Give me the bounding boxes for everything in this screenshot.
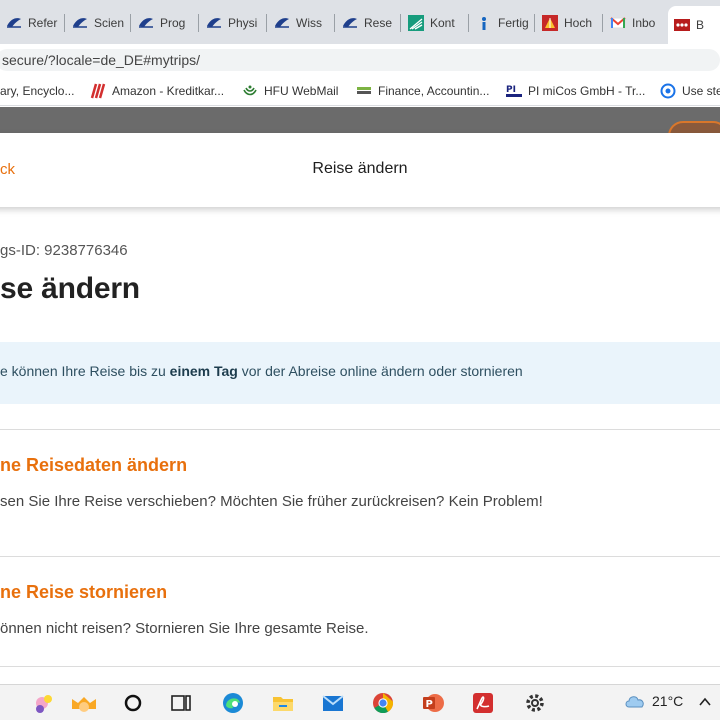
divider <box>0 556 720 557</box>
tab-prog[interactable]: Prog <box>132 8 196 38</box>
windows-taskbar: P 21°C <box>0 684 720 720</box>
tab-label: B <box>696 18 705 32</box>
info-icon <box>482 17 486 30</box>
info-text-bold: einem Tag <box>169 363 238 379</box>
address-bar: secure/?locale=de_DE#mytrips/ <box>0 44 720 76</box>
bookmarks-bar: ary, Encyclo... Amazon - Kreditkar... HF… <box>0 76 720 106</box>
tab-hoch[interactable]: Hoch <box>536 8 600 38</box>
gmail-icon <box>610 17 626 29</box>
settings-icon[interactable] <box>523 691 547 715</box>
tab-wiss[interactable]: Wiss <box>268 8 332 38</box>
tab-separator <box>266 14 267 32</box>
tab-label: Hoch <box>564 16 593 30</box>
divider <box>0 666 720 667</box>
tab-label: Physi <box>228 16 258 30</box>
tab-label: Wiss <box>296 16 322 30</box>
tab-scien[interactable]: Scien <box>66 8 128 38</box>
cancel-trip-link[interactable]: ne Reise stornieren <box>0 582 167 603</box>
tab-separator <box>602 14 603 32</box>
fraunhofer-icon <box>408 15 424 31</box>
tab-separator <box>130 14 131 32</box>
tab-label: Refer <box>28 16 58 30</box>
change-dates-link[interactable]: ne Reisedaten ändern <box>0 455 187 476</box>
bookmark-amazon[interactable]: Amazon - Kreditkar... <box>90 82 224 100</box>
chevron-up-icon[interactable] <box>698 695 712 709</box>
amazon-card-icon <box>90 83 106 99</box>
browser-tab-strip: Refer Scien Prog Physi Wiss Rese Kont Fe… <box>0 0 720 44</box>
tab-physi[interactable]: Physi <box>200 8 264 38</box>
edge-icon[interactable] <box>221 691 245 715</box>
tab-label: Rese <box>364 16 393 30</box>
bookmark-finance[interactable]: Finance, Accountin... <box>356 82 489 100</box>
weather-temperature: 21°C <box>652 693 684 709</box>
chrome-icon[interactable] <box>371 691 395 715</box>
task-view-icon[interactable] <box>169 691 193 715</box>
url-field[interactable]: secure/?locale=de_DE#mytrips/ <box>0 49 720 71</box>
sailboat-icon <box>7 18 21 28</box>
info-text-end: vor der Abreise online ändern oder storn… <box>237 363 523 379</box>
sailboat-icon <box>275 18 289 28</box>
info-banner: e können Ihre Reise bis zu einem Tag vor… <box>0 342 720 404</box>
svg-text:PI: PI <box>506 85 516 95</box>
tab-label: Scien <box>94 16 125 30</box>
cortana-icon[interactable] <box>121 691 145 715</box>
tab-rese[interactable]: Rese <box>336 8 398 38</box>
tab-separator <box>468 14 469 32</box>
sailboat-icon <box>207 18 221 28</box>
tab-label: Kont <box>430 16 455 30</box>
bookmark-encyclopedia[interactable]: ary, Encyclo... <box>0 82 74 100</box>
tab-separator <box>400 14 401 32</box>
bookmark-hfu-webmail[interactable]: HFU WebMail <box>242 82 338 100</box>
booking-icon <box>674 19 690 31</box>
tab-fertig[interactable]: Fertig <box>470 8 532 38</box>
tab-label: Fertig <box>498 16 529 30</box>
hfu-icon <box>243 85 257 96</box>
divider <box>0 429 720 430</box>
tab-inbox[interactable]: Inbo <box>604 8 666 38</box>
bookmark-label: Amazon - Kreditkar... <box>112 84 225 98</box>
finance-icon <box>357 87 371 94</box>
college-icon <box>542 15 558 31</box>
info-text-start: e können Ihre Reise bis zu <box>0 363 170 379</box>
widgets-icon[interactable] <box>32 691 104 715</box>
booking-id: gs-ID: 9238776346 <box>0 242 128 259</box>
cancel-trip-description: önnen nicht reisen? Stornieren Sie Ihre … <box>0 620 369 637</box>
sailboat-icon <box>343 18 357 28</box>
tab-label: Inbo <box>632 16 656 30</box>
page-title: se ändern <box>0 272 140 305</box>
tab-label: Prog <box>160 16 186 30</box>
file-explorer-icon[interactable] <box>271 691 295 715</box>
change-dates-description: sen Sie Ihre Reise verschieben? Möchten … <box>0 493 543 510</box>
pi-icon: PI <box>506 85 522 97</box>
tab-refer[interactable]: Refer <box>0 8 62 38</box>
info-text: e können Ihre Reise bis zu einem Tag vor… <box>0 363 523 379</box>
bookmark-use-steps[interactable]: Use ste <box>660 82 720 100</box>
tab-booking-active[interactable]: B <box>668 6 720 44</box>
bookmark-pi-micos[interactable]: PI PI miCos GmbH - Tr... <box>506 82 645 100</box>
bookmark-label: HFU WebMail <box>264 84 339 98</box>
bookmark-label: PI miCos GmbH - Tr... <box>528 84 646 98</box>
bookmark-label: Finance, Accountin... <box>378 84 490 98</box>
sailboat-icon <box>73 18 87 28</box>
sailboat-icon <box>139 18 153 28</box>
tab-separator <box>198 14 199 32</box>
bookmark-label: Use ste <box>682 84 720 98</box>
mail-icon[interactable] <box>321 691 345 715</box>
acrobat-icon[interactable] <box>471 691 495 715</box>
modal-title: Reise ändern <box>312 160 408 177</box>
tab-separator <box>334 14 335 32</box>
cloud-icon <box>625 696 644 708</box>
globe-icon <box>660 83 676 99</box>
tab-separator <box>534 14 535 32</box>
weather-widget[interactable]: 21°C <box>624 693 683 709</box>
tab-separator <box>64 14 65 32</box>
svg-text:P: P <box>426 699 433 710</box>
tab-kont[interactable]: Kont <box>402 8 466 38</box>
bookmark-label: ary, Encyclo... <box>0 84 75 98</box>
powerpoint-icon[interactable]: P <box>421 691 445 715</box>
